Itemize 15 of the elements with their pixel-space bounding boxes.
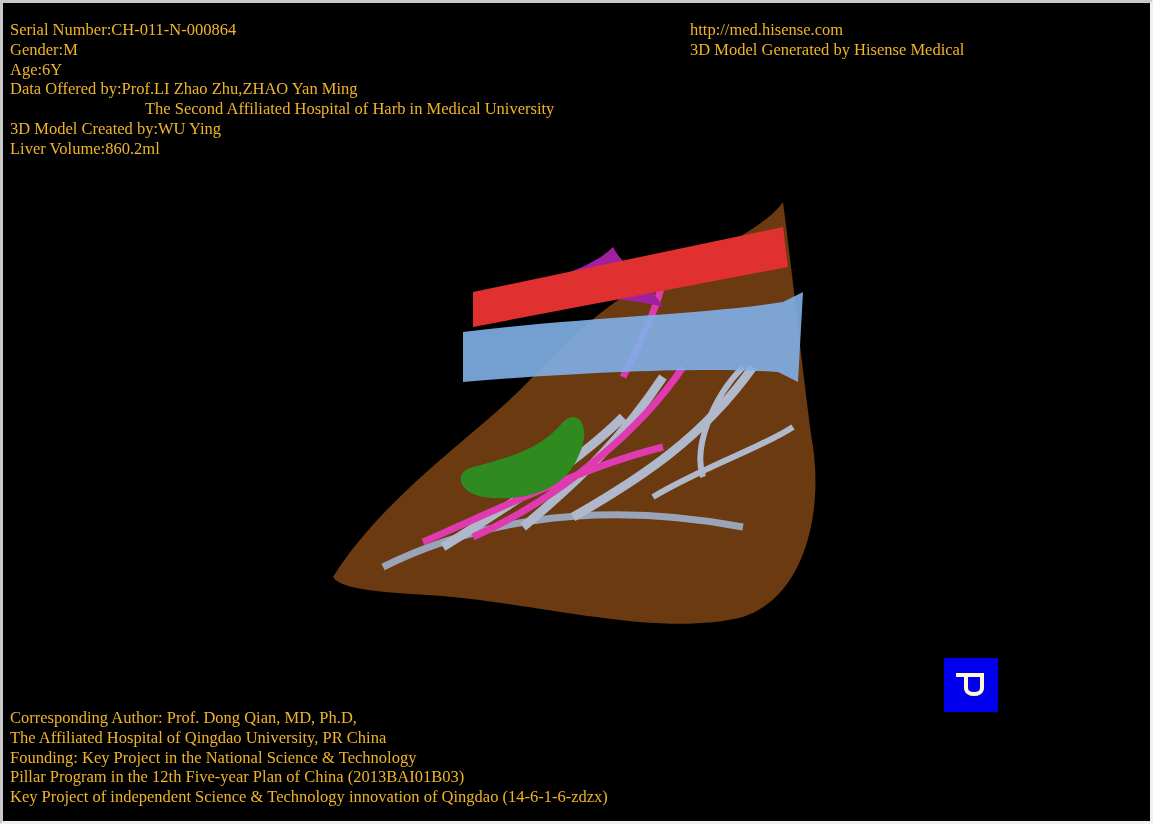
orientation-marker-icon	[944, 658, 998, 712]
header-text: 3D Model Generated by Hisense Medical	[690, 39, 965, 60]
info-text: Liver Volume:860.2ml	[10, 138, 160, 159]
credit-text: Corresponding Author: Prof. Dong Qian, MD, Ph.D,	[10, 708, 357, 728]
info-text: Serial Number:CH-011-N-000864	[10, 20, 237, 40]
info-text: Age:6Y	[10, 59, 63, 80]
info-text: Data Offered by:Prof.LI Zhao Zhu,ZHAO Yan Ming	[10, 79, 358, 100]
header-text: http://med.hisense.com	[690, 20, 844, 40]
credit-text: Key Project of independent Science & Technology innovation of Qingdao (14-6-1-6-zdzx)	[10, 787, 608, 807]
info-text: 3D Model Created by:WU Ying	[10, 119, 222, 139]
info-text: The Second Affiliated Hospital of Harb in Medical University	[145, 99, 555, 119]
credit-text: Pillar Program in the 12th Five-year Plan of China (2013BAI01B03)	[10, 767, 465, 788]
credit-text: Founding: Key Project in the National Science & Technology	[10, 747, 417, 768]
info-text: Gender:M	[10, 39, 78, 60]
credit-text: The Affiliated Hospital of Qingdao University, PR China	[10, 727, 387, 748]
